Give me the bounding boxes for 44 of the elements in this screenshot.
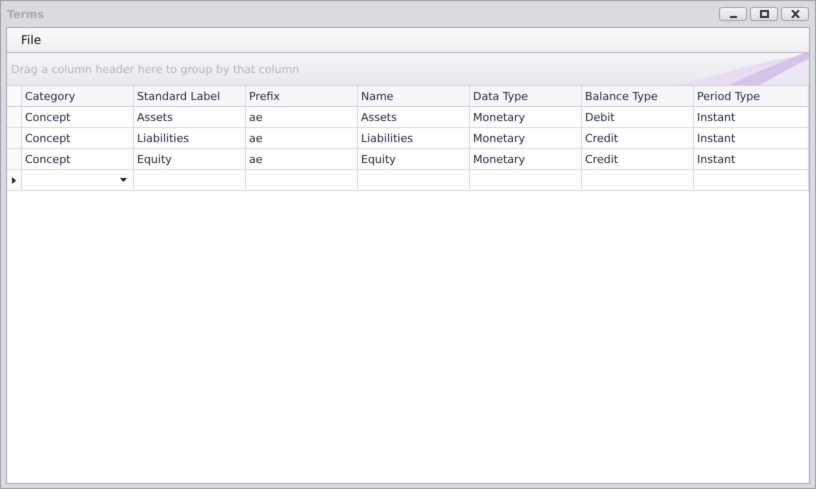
- close-button[interactable]: [781, 7, 809, 21]
- dropdown-icon[interactable]: [120, 178, 127, 182]
- maximize-icon: [760, 10, 768, 18]
- column-header[interactable]: Category: [22, 86, 134, 107]
- minimize-button[interactable]: [719, 7, 747, 21]
- menu-item[interactable]: File: [14, 31, 48, 49]
- maximize-button[interactable]: [750, 7, 778, 21]
- dropdown-cell[interactable]: [22, 170, 134, 191]
- table-cell: Monetary: [470, 149, 582, 170]
- column-header[interactable]: Data Type: [470, 86, 582, 107]
- empty-cell[interactable]: [470, 170, 582, 191]
- empty-cell[interactable]: [246, 170, 358, 191]
- column-header[interactable]: Name: [358, 86, 470, 107]
- row-header[interactable]: [7, 170, 22, 191]
- table-cell: Concept: [22, 107, 134, 128]
- table-cell: ae: [246, 149, 358, 170]
- column-header[interactable]: Standard Label: [134, 86, 246, 107]
- empty-cell[interactable]: [358, 170, 470, 191]
- table-cell: Instant: [694, 107, 809, 128]
- table-cell: Liabilities: [134, 128, 246, 149]
- table-cell: Assets: [134, 107, 246, 128]
- column-header[interactable]: Balance Type: [582, 86, 694, 107]
- close-icon: [790, 10, 800, 18]
- empty-cell[interactable]: [582, 170, 694, 191]
- table-cell: ae: [246, 128, 358, 149]
- table-cell: Instant: [694, 128, 809, 149]
- table-cell: Credit: [582, 128, 694, 149]
- column-header[interactable]: Prefix: [246, 86, 358, 107]
- column-header[interactable]: Period Type: [694, 86, 809, 107]
- table-cell: Credit: [582, 149, 694, 170]
- table-cell: Debit: [582, 107, 694, 128]
- table-cell: Concept: [22, 149, 134, 170]
- empty-cell[interactable]: [694, 170, 809, 191]
- table-cell: Assets: [358, 107, 470, 128]
- table-cell: Concept: [22, 128, 134, 149]
- group-panel-hint: Drag a column header here to group by that column: [11, 62, 300, 76]
- empty-cell[interactable]: [134, 170, 246, 191]
- table-cell: Equity: [134, 149, 246, 170]
- table-cell: Monetary: [470, 128, 582, 149]
- table-cell: Equity: [358, 149, 470, 170]
- table-cell: Monetary: [470, 107, 582, 128]
- table-cell: ae: [246, 107, 358, 128]
- table-cell: Liabilities: [358, 128, 470, 149]
- table-cell: Instant: [694, 149, 809, 170]
